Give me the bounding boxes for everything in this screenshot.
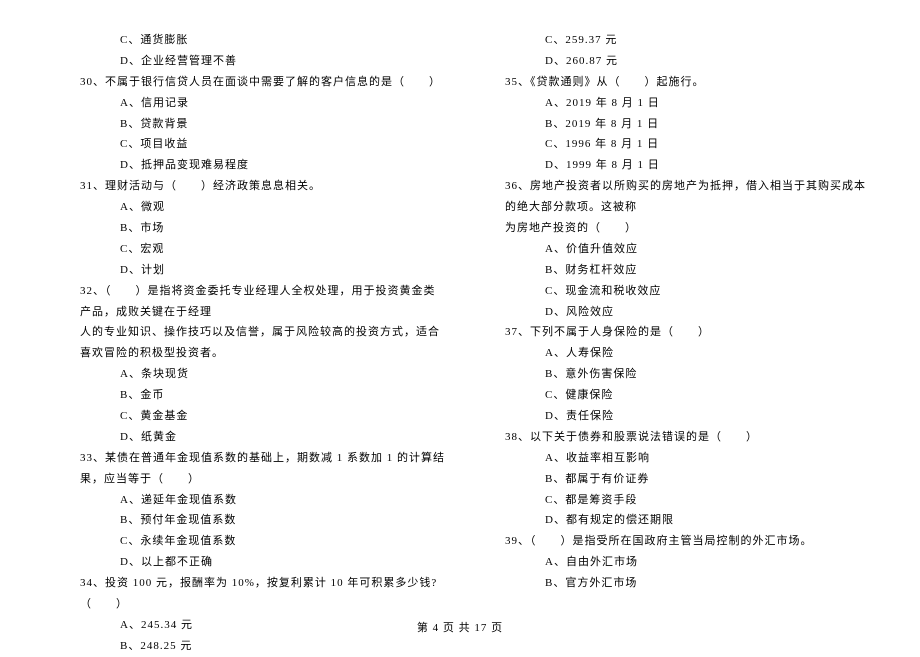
q32-text: 32、（ ）是指将资金委托专业经理人全权处理，用于投资黄金类产品，成败关键在于经… — [50, 281, 445, 323]
q36-option-c: C、现金流和税收效应 — [475, 281, 870, 302]
q35-option-d: D、1999 年 8 月 1 日 — [475, 155, 870, 176]
q30-option-a: A、信用记录 — [50, 93, 445, 114]
q38-option-c: C、都是筹资手段 — [475, 490, 870, 511]
q33-option-b: B、预付年金现值系数 — [50, 510, 445, 531]
q31-option-d: D、计划 — [50, 260, 445, 281]
q36-cont: 为房地产投资的（ ） — [475, 218, 870, 239]
q29-option-c: C、通货膨胀 — [50, 30, 445, 51]
q36-option-d: D、风险效应 — [475, 302, 870, 323]
q32-cont: 人的专业知识、操作技巧以及信誉，属于风险较高的投资方式，适合喜欢冒险的积极型投资… — [50, 322, 445, 364]
q34-option-c: C、259.37 元 — [475, 30, 870, 51]
q33-option-d: D、以上都不正确 — [50, 552, 445, 573]
q38-option-d: D、都有规定的偿还期限 — [475, 510, 870, 531]
q30-option-b: B、贷款背景 — [50, 114, 445, 135]
q30-option-c: C、项目收益 — [50, 134, 445, 155]
q38-option-b: B、都属于有价证券 — [475, 469, 870, 490]
q39-option-b: B、官方外汇市场 — [475, 573, 870, 594]
left-column: C、通货膨胀 D、企业经营管理不善 30、不属于银行信贷人员在面谈中需要了解的客… — [50, 30, 445, 580]
q31-option-c: C、宏观 — [50, 239, 445, 260]
q32-option-a: A、条块现货 — [50, 364, 445, 385]
q37-option-c: C、健康保险 — [475, 385, 870, 406]
q33-text: 33、某债在普通年金现值系数的基础上，期数减 1 系数加 1 的计算结果，应当等… — [50, 448, 445, 490]
q31-option-b: B、市场 — [50, 218, 445, 239]
q33-option-c: C、永续年金现值系数 — [50, 531, 445, 552]
q37-text: 37、下列不属于人身保险的是（ ） — [475, 322, 870, 343]
q36-option-b: B、财务杠杆效应 — [475, 260, 870, 281]
q34-text: 34、投资 100 元，报酬率为 10%，按复利累计 10 年可积累多少钱?（ … — [50, 573, 445, 615]
content-columns: C、通货膨胀 D、企业经营管理不善 30、不属于银行信贷人员在面谈中需要了解的客… — [50, 30, 870, 580]
q39-option-a: A、自由外汇市场 — [475, 552, 870, 573]
q37-option-b: B、意外伤害保险 — [475, 364, 870, 385]
q35-option-c: C、1996 年 8 月 1 日 — [475, 134, 870, 155]
q37-option-d: D、责任保险 — [475, 406, 870, 427]
q32-option-b: B、金币 — [50, 385, 445, 406]
q29-option-d: D、企业经营管理不善 — [50, 51, 445, 72]
q31-option-a: A、微观 — [50, 197, 445, 218]
q32-option-c: C、黄金基金 — [50, 406, 445, 427]
q33-option-a: A、递延年金现值系数 — [50, 490, 445, 511]
q34-option-b: B、248.25 元 — [50, 636, 445, 657]
q36-option-a: A、价值升值效应 — [475, 239, 870, 260]
right-column: C、259.37 元 D、260.87 元 35、《贷款通则》从（ ）起施行。 … — [475, 30, 870, 580]
q38-text: 38、以下关于债券和股票说法错误的是（ ） — [475, 427, 870, 448]
q35-option-b: B、2019 年 8 月 1 日 — [475, 114, 870, 135]
q30-text: 30、不属于银行信贷人员在面谈中需要了解的客户信息的是（ ） — [50, 72, 445, 93]
q31-text: 31、理财活动与（ ）经济政策息息相关。 — [50, 176, 445, 197]
q30-option-d: D、抵押品变现难易程度 — [50, 155, 445, 176]
q35-option-a: A、2019 年 8 月 1 日 — [475, 93, 870, 114]
q35-text: 35、《贷款通则》从（ ）起施行。 — [475, 72, 870, 93]
q34-option-d: D、260.87 元 — [475, 51, 870, 72]
page-footer: 第 4 页 共 17 页 — [0, 619, 920, 635]
q39-text: 39、（ ）是指受所在国政府主管当局控制的外汇市场。 — [475, 531, 870, 552]
q37-option-a: A、人寿保险 — [475, 343, 870, 364]
q36-text: 36、房地产投资者以所购买的房地产为抵押，借入相当于其购买成本的绝大部分款项。这… — [475, 176, 870, 218]
q32-option-d: D、纸黄金 — [50, 427, 445, 448]
q38-option-a: A、收益率相互影响 — [475, 448, 870, 469]
